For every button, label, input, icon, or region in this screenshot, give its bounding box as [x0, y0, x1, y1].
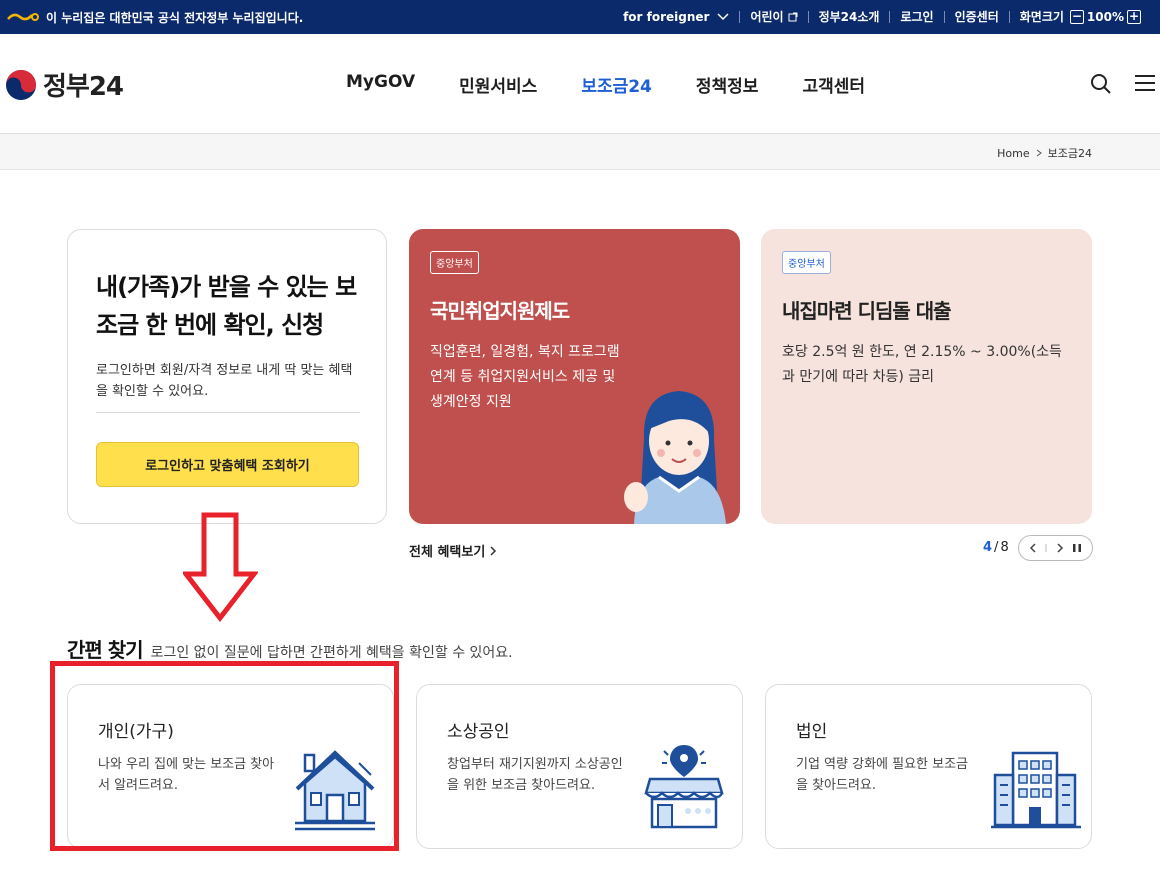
main-nav: MyGOV 민원서비스 보조금24 정책정보 고객센터 — [346, 72, 865, 97]
slide-title: 내집마련 디딤돌 대출 — [782, 299, 952, 323]
zoom-in-button[interactable]: + — [1127, 10, 1141, 24]
for-foreigner-link[interactable]: for foreigner — [613, 11, 739, 23]
slide-title: 국민취업지원제도 — [430, 299, 570, 323]
breadcrumb: Home 보조금24 — [997, 145, 1092, 161]
zoom-control: 화면크기 − 100% + — [1008, 10, 1154, 24]
certification-center-link[interactable]: 인증센터 — [943, 11, 1009, 23]
kids-link[interactable]: 어린이 — [739, 11, 807, 23]
notice-text: 이 누리집은 대한민국 공식 전자정부 누리집입니다. — [46, 10, 304, 25]
top-notice-bar: 이 누리집은 대한민국 공식 전자정부 누리집입니다. for foreigne… — [0, 0, 1160, 34]
taegeuk-logo-icon — [6, 69, 36, 100]
menu-button[interactable] — [1134, 74, 1156, 96]
slide-desc: 직업훈련, 일경험, 복지 프로그램 연계 등 취업지원서비스 제공 및 생계안… — [430, 344, 620, 410]
zoom-out-button[interactable]: − — [1069, 10, 1084, 24]
site-header: 정부24 MyGOV 민원서비스 보조금24 정책정보 고객센터 — [0, 34, 1160, 134]
slide-desc: 호당 2.5억 원 한도, 연 2.15% ~ 3.00%(소득과 만기에 따라… — [782, 344, 1062, 385]
quick-card-title: 법인 — [796, 722, 828, 742]
quick-card-title: 소상공인 — [447, 722, 510, 742]
zoom-label: 화면크기 — [1019, 10, 1064, 24]
nav-civil-service[interactable]: 민원서비스 — [459, 72, 537, 97]
logo[interactable]: 정부24 — [5, 66, 124, 103]
carousel-controls — [1018, 535, 1093, 561]
slide-counter: 4 / 8 — [983, 540, 1009, 555]
store-icon — [644, 745, 724, 829]
search-icon — [1091, 74, 1111, 94]
quick-card-small-business[interactable]: 소상공인 창업부터 재기지원까지 소상공인을 위한 보조금 찾아드려요. — [416, 684, 743, 849]
hamburger-icon — [1135, 75, 1155, 91]
quick-card-desc: 기업 역량 강화에 필요한 보조금을 찾아드려요. — [796, 757, 969, 793]
pause-button[interactable] — [1072, 543, 1082, 553]
quick-search-title: 간편 찾기 — [67, 638, 144, 662]
person-illustration-icon — [624, 391, 726, 524]
quick-search-subtitle: 로그인 없이 질문에 답하면 간편하게 혜택을 확인할 수 있어요. — [150, 645, 513, 661]
prev-slide-button[interactable] — [1029, 543, 1037, 553]
red-down-arrow-icon — [183, 512, 258, 622]
nav-subsidy24[interactable]: 보조금24 — [581, 72, 652, 97]
slide-card-home-loan[interactable]: 중앙부처 내집마련 디딤돌 대출 호당 2.5억 원 한도, 연 2.15% ~… — [761, 229, 1092, 524]
slide-card-employment[interactable]: 중앙부처 국민취업지원제도 직업훈련, 일경험, 복지 프로그램 연계 등 취업… — [409, 229, 740, 524]
all-benefits-link[interactable]: 전체 혜택보기 — [409, 541, 497, 560]
highlight-box — [50, 661, 399, 851]
government-emblem-icon — [7, 13, 39, 21]
nav-policy-info[interactable]: 정책정보 — [696, 72, 759, 97]
quick-card-corporation[interactable]: 법인 기업 역량 강화에 필요한 보조금을 찾아드려요. — [765, 684, 1092, 849]
slide-current: 4 — [983, 540, 993, 555]
quick-card-desc: 창업부터 재기지원까지 소상공인을 위한 보조금 찾아드려요. — [447, 757, 623, 793]
login-card-desc: 로그인하면 회원/자격 정보로 내게 딱 맞는 혜택을 확인할 수 있어요. — [96, 360, 360, 413]
breadcrumb-current: 보조금24 — [1047, 147, 1092, 160]
slide-total: 8 — [1000, 540, 1009, 555]
chevron-right-icon — [490, 545, 497, 556]
login-card-title: 내(가족)가 받을 수 있는 보조금 한 번에 확인, 신청 — [96, 273, 357, 339]
slide-badge: 중앙부처 — [430, 251, 479, 274]
next-slide-button[interactable] — [1056, 543, 1064, 553]
nav-mygov[interactable]: MyGOV — [346, 72, 415, 97]
login-link[interactable]: 로그인 — [889, 11, 943, 23]
nav-customer-center[interactable]: 고객센터 — [802, 72, 865, 97]
breadcrumb-home[interactable]: Home — [997, 147, 1029, 160]
official-notice: 이 누리집은 대한민국 공식 전자정부 누리집입니다. — [6, 0, 303, 34]
login-benefit-button[interactable]: 로그인하고 맞춤혜택 조회하기 — [96, 442, 359, 487]
login-benefit-card: 내(가족)가 받을 수 있는 보조금 한 번에 확인, 신청 로그인하면 회원/… — [67, 229, 387, 524]
chevron-down-icon — [717, 13, 729, 21]
external-link-icon — [788, 12, 798, 22]
about-link[interactable]: 정부24소개 — [807, 11, 890, 23]
search-button[interactable] — [1090, 73, 1112, 99]
breadcrumb-bar: Home 보조금24 — [0, 134, 1160, 170]
building-icon — [991, 751, 1081, 829]
zoom-value: 100% — [1086, 10, 1124, 24]
logo-text: 정부24 — [43, 72, 124, 102]
quick-search-header: 간편 찾기 로그인 없이 질문에 답하면 간편하게 혜택을 확인할 수 있어요. — [67, 634, 513, 663]
chevron-right-icon — [1036, 149, 1042, 157]
divider-icon — [1045, 544, 1047, 552]
slide-badge: 중앙부처 — [782, 251, 831, 274]
